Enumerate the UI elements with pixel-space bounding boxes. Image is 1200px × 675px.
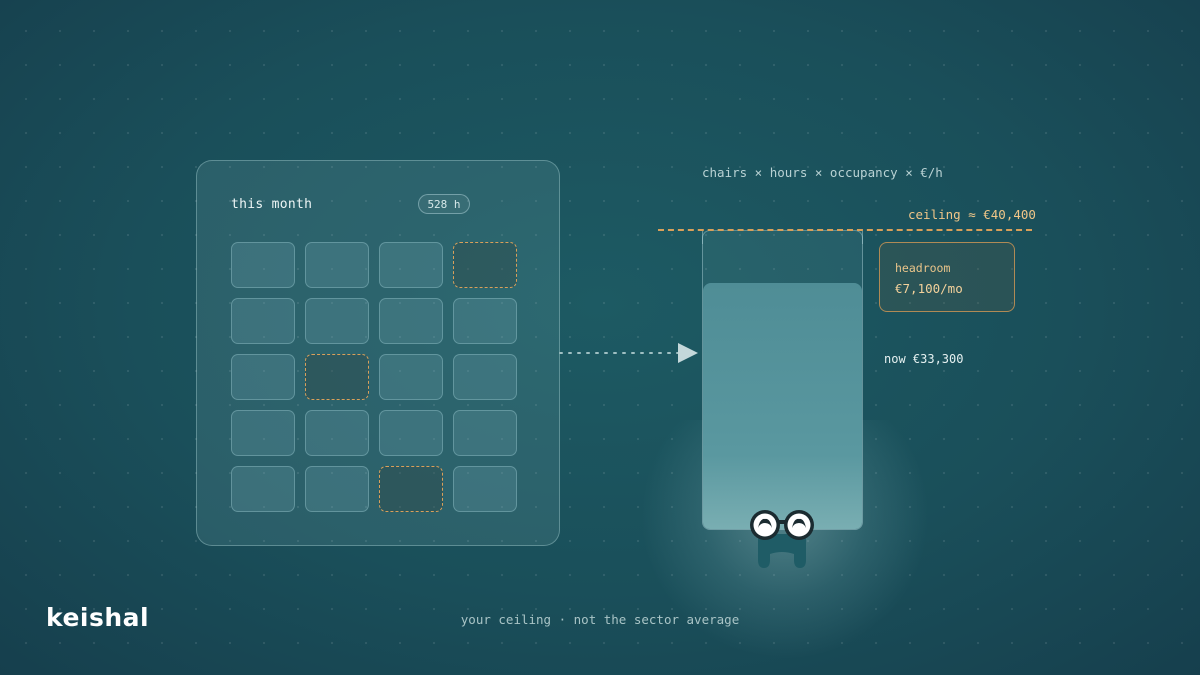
- day-cell: [453, 466, 517, 512]
- arrow-right-icon: [559, 343, 698, 363]
- day-cell: [231, 298, 295, 344]
- footer-caption: your ceiling · not the sector average: [460, 612, 740, 627]
- day-cell: [231, 410, 295, 456]
- day-cell: [453, 410, 517, 456]
- now-label: now €33,300: [884, 352, 964, 366]
- formula-text: chairs × hours × occupancy × €/h: [702, 165, 943, 180]
- ceiling-line: [658, 229, 1032, 231]
- day-cell: [305, 466, 369, 512]
- day-cell: [305, 298, 369, 344]
- day-cell: [379, 354, 443, 400]
- headroom-value: €7,100/mo: [895, 281, 963, 296]
- day-cell: [231, 466, 295, 512]
- day-cell: [231, 242, 295, 288]
- ceiling-label: ceiling ≈ €40,400: [908, 207, 1036, 222]
- day-cell: [305, 410, 369, 456]
- panel-title: this month: [231, 197, 313, 212]
- day-cell: [231, 354, 295, 400]
- headroom-card: headroom €7,100/mo: [879, 242, 1015, 312]
- day-cell: [305, 242, 369, 288]
- hours-badge: 528 h: [418, 194, 470, 214]
- mascot-icon: [750, 510, 814, 568]
- day-cell: [379, 242, 443, 288]
- day-cell: [453, 354, 517, 400]
- day-cell-open: [379, 466, 443, 512]
- day-cell: [379, 298, 443, 344]
- brand-logo: keishal: [46, 603, 150, 632]
- month-calendar-panel: this month 528 h: [196, 160, 560, 546]
- dot-grid-background: [0, 0, 1200, 675]
- day-cell-open: [305, 354, 369, 400]
- revenue-bar: [702, 231, 863, 530]
- headroom-label: headroom: [895, 261, 951, 275]
- day-cell: [453, 298, 517, 344]
- day-cell: [379, 410, 443, 456]
- day-cell-open: [453, 242, 517, 288]
- current-revenue-fill: [703, 283, 862, 529]
- revenue-bar-top: [702, 230, 863, 244]
